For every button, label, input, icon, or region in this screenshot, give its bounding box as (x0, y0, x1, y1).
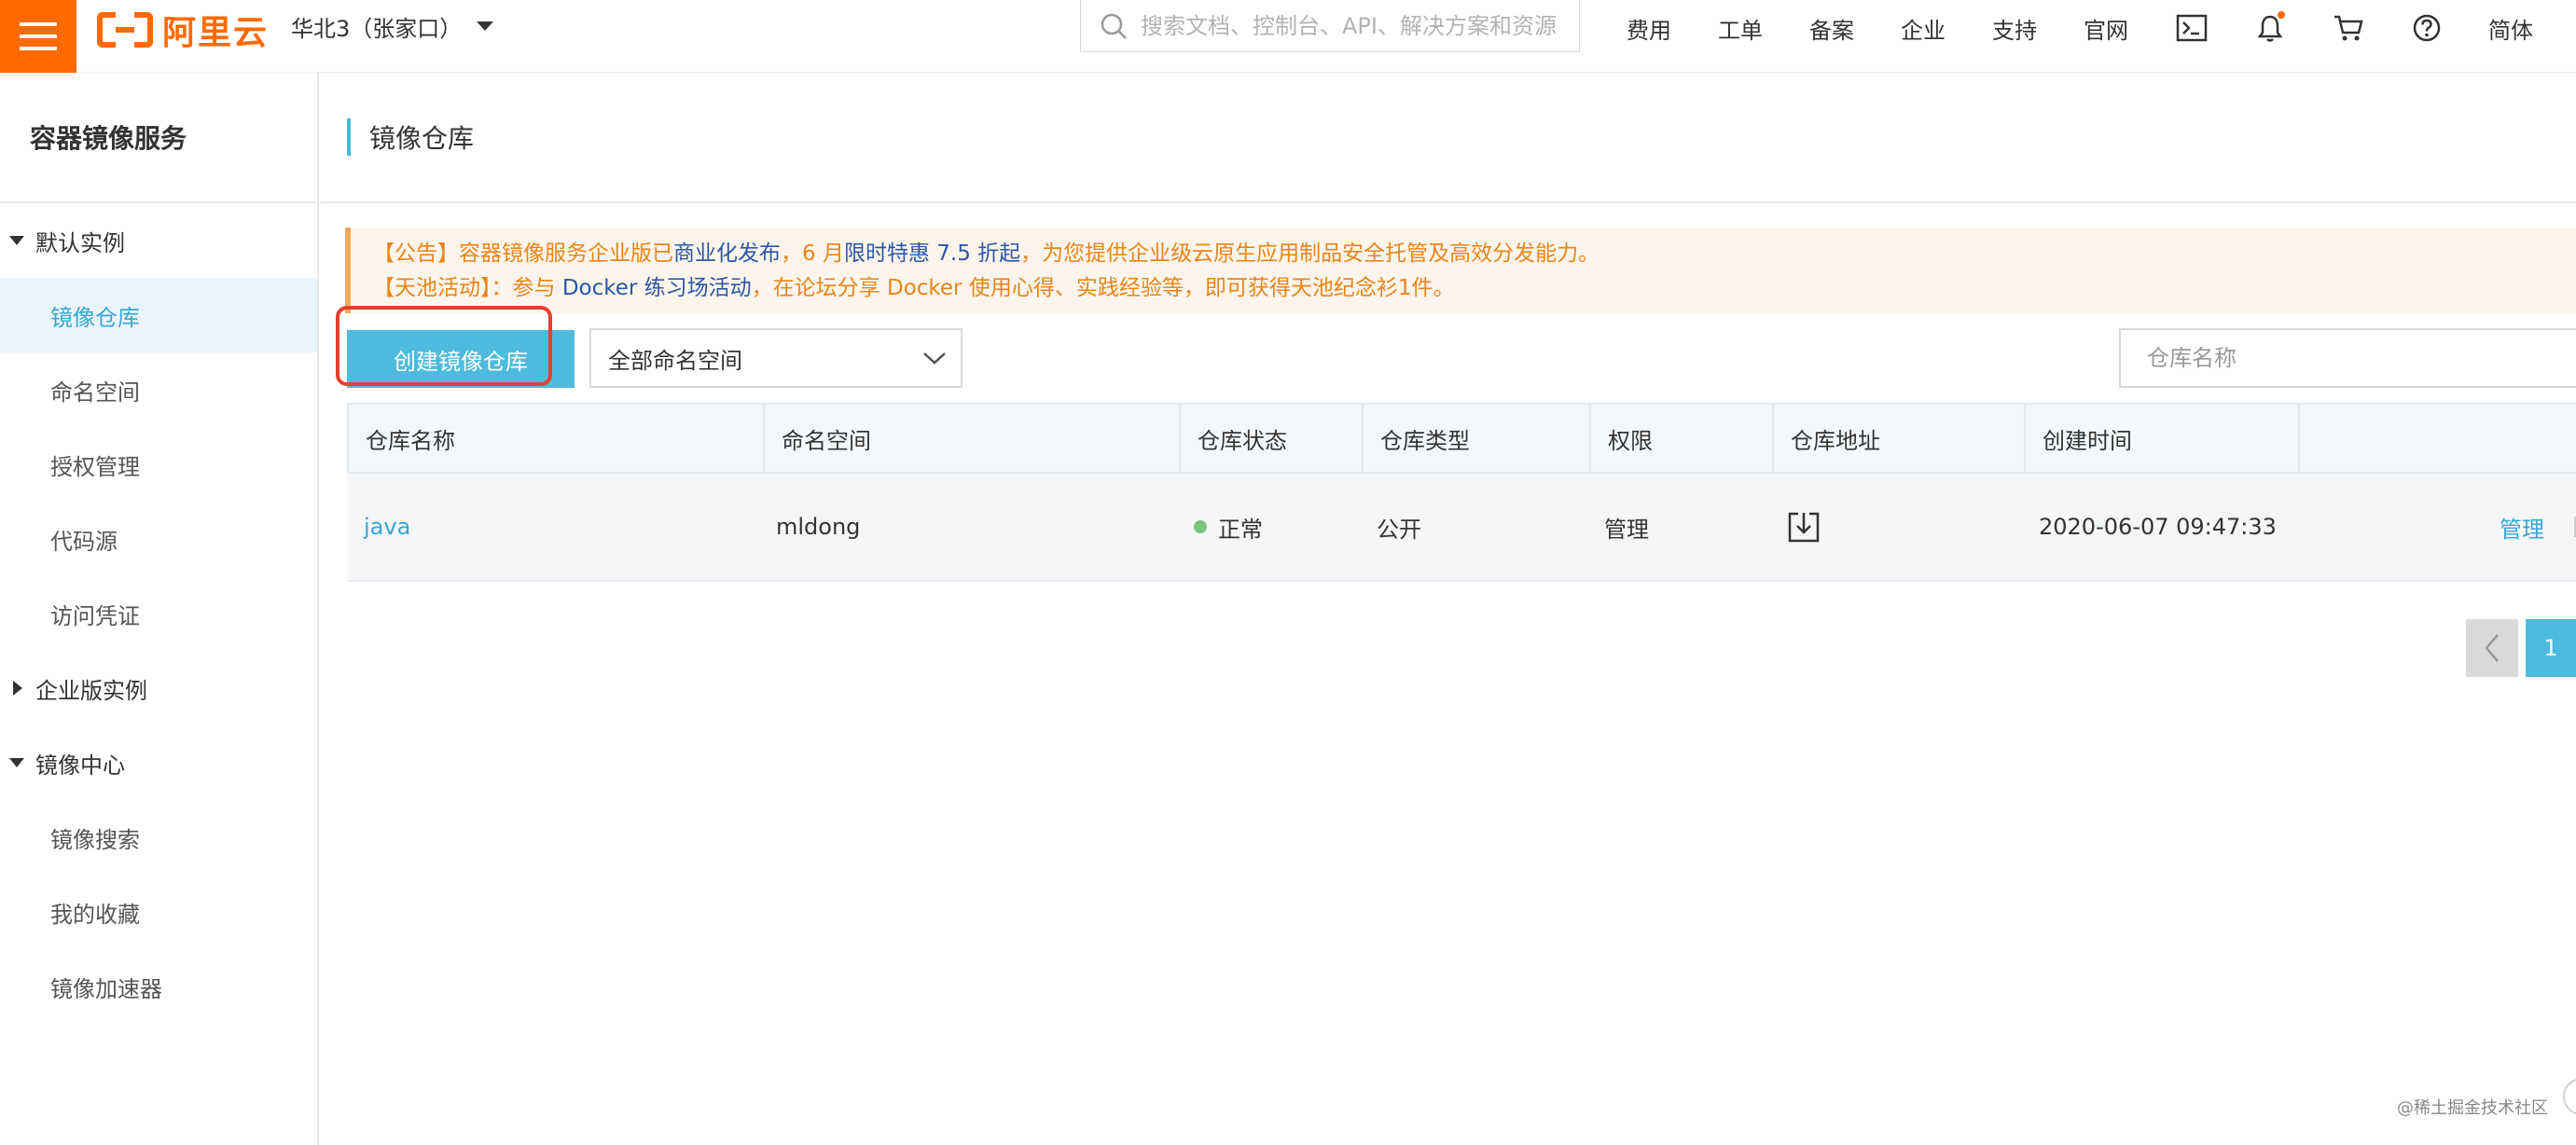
sidebar-item-label: 镜像加速器 (50, 975, 162, 1002)
aliyun-logo[interactable]: 阿里云 (97, 9, 269, 52)
help-icon[interactable] (2410, 11, 2444, 45)
repository-search-input[interactable] (2147, 345, 2557, 371)
global-search (1080, 0, 1580, 52)
region-selector[interactable]: 华北3（张家口） (291, 9, 494, 43)
global-search-input[interactable] (1141, 12, 1570, 39)
repo-created-time: 2020-06-07 09:47:33 (2039, 514, 2277, 540)
status-dot-icon (1194, 520, 1207, 533)
sidebar-item-repositories[interactable]: 镜像仓库 (0, 278, 317, 352)
column-header-created: 创建时间 (2026, 405, 2300, 472)
download-icon[interactable] (1787, 510, 1821, 544)
column-header-address: 仓库地址 (1774, 405, 2026, 472)
sidebar-title: 容器镜像服务 (0, 73, 317, 203)
caret-down-icon (9, 236, 24, 245)
namespace-select-value: 全部命名空间 (608, 347, 742, 374)
language-switch[interactable]: 简体 (2488, 12, 2533, 45)
chevron-down-icon (923, 352, 946, 365)
floating-assistant-button[interactable] (2563, 1078, 2576, 1115)
region-label: 华北3（张家口） (291, 15, 463, 42)
sidebar-item-access-credentials[interactable]: 访问凭证 (0, 576, 317, 651)
table-header: 仓库名称 命名空间 仓库状态 仓库类型 权限 仓库地址 创建时间 (347, 403, 2576, 474)
column-header-actions (2300, 405, 2574, 472)
sidebar-item-label: 命名空间 (50, 379, 140, 406)
sidebar-group-label: 企业版实例 (35, 677, 147, 704)
hamburger-menu-icon[interactable] (0, 0, 76, 73)
repo-type: 公开 (1377, 516, 1421, 543)
sidebar-item-code-source[interactable]: 代码源 (0, 502, 317, 576)
docker-activity-link[interactable]: Docker 练习场活动 (562, 276, 752, 300)
repo-status: 正常 (1179, 473, 1362, 581)
nav-tickets[interactable]: 工单 (1718, 12, 1763, 45)
terminal-icon[interactable] (2175, 11, 2209, 45)
repo-namespace: mldong (776, 514, 861, 540)
search-icon (1101, 13, 1127, 39)
announcement-line-1: 【公告】容器镜像服务企业版已商业化发布，6 月限时特惠 7.5 折起，为您提供企… (373, 241, 1600, 266)
sidebar-item-accelerator[interactable]: 镜像加速器 (0, 949, 317, 1024)
bell-icon[interactable] (2253, 11, 2287, 45)
repo-address (1772, 473, 2024, 581)
repo-status-label: 正常 (1218, 516, 1263, 543)
column-header-repo-name: 仓库名称 (349, 405, 765, 472)
sidebar-item-label: 镜像搜索 (50, 826, 140, 853)
caret-down-icon (477, 21, 494, 31)
repo-name-link[interactable]: java (347, 473, 763, 581)
create-repository-button[interactable]: 创建镜像仓库 (347, 330, 575, 388)
column-header-namespace: 命名空间 (765, 405, 1181, 472)
cart-icon[interactable] (2332, 11, 2365, 45)
commercial-release-link[interactable]: 商业化发布 (673, 241, 781, 266)
column-header-status: 仓库状态 (1181, 405, 1364, 472)
sidebar-item-namespaces[interactable]: 命名空间 (0, 352, 317, 427)
sidebar-group-enterprise-instance[interactable]: 企业版实例 (0, 651, 317, 725)
nav-support[interactable]: 支持 (1992, 12, 2037, 45)
repository-table: 仓库名称 命名空间 仓库状态 仓库类型 权限 仓库地址 创建时间 java ml… (347, 403, 2576, 582)
sidebar-group-label: 镜像中心 (35, 752, 125, 779)
nav-official-site[interactable]: 官网 (2084, 12, 2128, 45)
sidebar-group-default-instance[interactable]: 默认实例 (0, 203, 317, 278)
sidebar-item-label: 镜像仓库 (50, 304, 140, 331)
logo-mark-icon (97, 12, 153, 48)
sidebar-item-authorization[interactable]: 授权管理 (0, 427, 317, 502)
caret-down-icon (9, 758, 24, 767)
caret-right-icon (13, 681, 22, 696)
pagination-page-1[interactable]: 1 (2526, 619, 2576, 677)
page-title: 镜像仓库 (369, 123, 475, 154)
table-row: java mldong 正常 公开 管理 2020-06-07 09:47:33… (347, 474, 2576, 582)
namespace-select[interactable]: 全部命名空间 (589, 328, 963, 388)
sidebar-item-label: 授权管理 (50, 453, 140, 480)
title-accent-bar (347, 118, 351, 156)
top-nav: 费用 工单 备案 企业 支持 官网 简体 (1627, 9, 2533, 47)
announcement-banner: 【公告】容器镜像服务企业版已商业化发布，6 月限时特惠 7.5 折起，为您提供企… (345, 228, 2576, 313)
sidebar-item-favorites[interactable]: 我的收藏 (0, 875, 317, 949)
nav-fees[interactable]: 费用 (1627, 12, 1671, 45)
sidebar-group-label: 默认实例 (35, 229, 125, 256)
notification-dot (2278, 11, 2285, 19)
discount-link[interactable]: 限时特惠 7.5 折起 (844, 241, 1020, 266)
nav-filing[interactable]: 备案 (1809, 12, 1854, 45)
repository-search (2119, 328, 2576, 388)
logo-text: 阿里云 (162, 14, 270, 52)
sidebar-group-image-center[interactable]: 镜像中心 (0, 725, 317, 800)
pagination-prev-button[interactable] (2466, 619, 2518, 677)
repo-permission: 管理 (1604, 516, 1649, 543)
column-header-permission: 权限 (1591, 405, 1774, 472)
top-bar: 阿里云 华北3（张家口） 费用 工单 备案 企业 支持 官网 (0, 0, 2576, 73)
watermark: @稀土掘金技术社区 (2397, 1098, 2548, 1118)
chevron-left-icon (2485, 634, 2499, 662)
announcement-line-2: 【天池活动】：参与 Docker 练习场活动，在论坛分享 Docker 使用心得… (373, 276, 1455, 300)
sidebar-item-label: 代码源 (50, 528, 118, 555)
sidebar-item-label: 我的收藏 (50, 901, 140, 928)
sidebar-item-image-search[interactable]: 镜像搜索 (0, 800, 317, 875)
column-header-type: 仓库类型 (1364, 405, 1591, 472)
sidebar-item-label: 访问凭证 (50, 602, 140, 629)
nav-enterprise[interactable]: 企业 (1901, 12, 1946, 45)
sidebar: 容器镜像服务 默认实例 镜像仓库 命名空间 授权管理 代码源 访问凭证 企业版实… (0, 73, 319, 1145)
content-header: 镜像仓库 (321, 73, 2576, 203)
manage-link[interactable]: 管理 (2500, 511, 2544, 544)
